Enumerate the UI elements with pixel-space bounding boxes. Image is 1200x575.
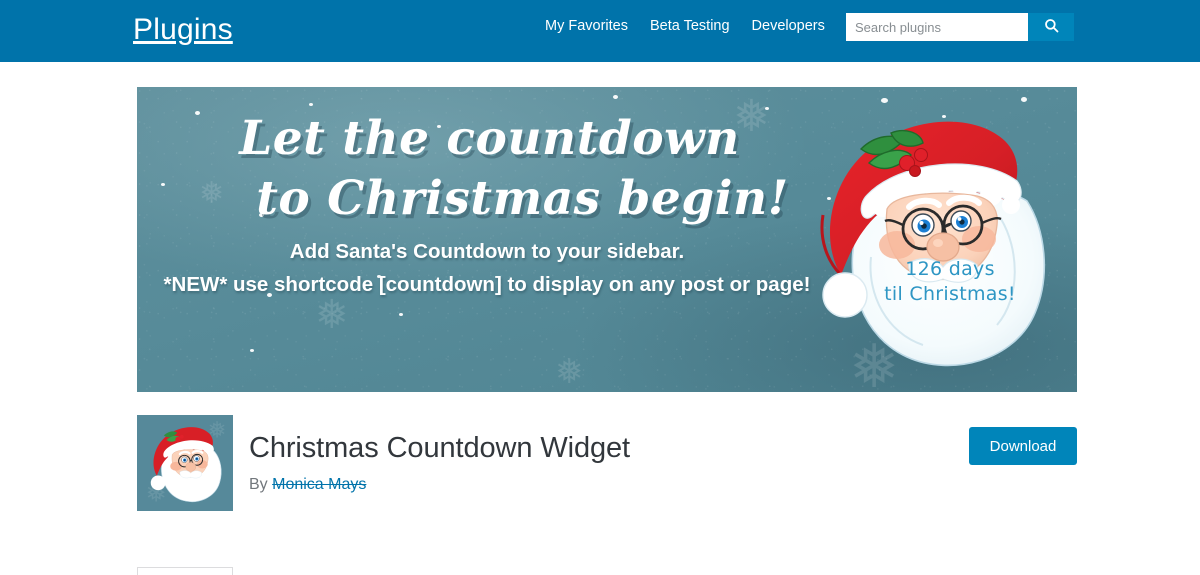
snow-dot [399,313,403,316]
plugin-tabs: Details Reviews Installation Support Dev… [137,567,1077,575]
banner-headline: Let the countdown to Christmas begin! [137,109,842,229]
search-submit-button[interactable] [1028,13,1074,41]
site-logo[interactable]: Plugins [133,10,233,50]
countdown-label: til Christmas! [884,283,1016,305]
plugin-title: Christmas Countdown Widget [249,432,630,464]
snow-dot [309,103,313,106]
search-input[interactable] [846,13,1028,41]
snowflake-watermark: ❅ [555,353,584,391]
snow-dot [250,349,254,352]
search-icon [1044,18,1059,36]
countdown-text: 126 days til Christmas! [875,257,1025,307]
tab-support[interactable]: Support [461,567,564,575]
site-header: Plugins My Favorites Beta Testing Develo… [0,0,1200,62]
plugin-icon: ❅ ❅ [137,415,233,511]
plugin-author-link[interactable]: Monica Mays [272,476,366,493]
tab-installation[interactable]: Installation [340,567,462,575]
download-button[interactable]: Download [969,427,1077,465]
header-nav: My Favorites Beta Testing Developers [545,16,825,36]
countdown-days: 126 days [905,258,995,280]
nav-my-favorites[interactable]: My Favorites [545,16,628,36]
nav-developers[interactable]: Developers [752,16,825,36]
search-form [846,13,1074,41]
plugin-banner: ❅ ❅ ❅ ❅ ❅ Let the countdown to Christmas… [137,87,1077,392]
banner-headline-line1: Let the countdown [239,111,740,166]
santa-illustration: 126 days til Christmas! [783,89,1077,389]
plugin-author-line: By Monica Mays [249,473,366,497]
banner-subtitle-line2: *NEW* use shortcode [countdown] to displ… [163,273,811,296]
tab-reviews[interactable]: Reviews [233,567,340,575]
snow-dot [613,95,618,99]
banner-headline-line2: to Christmas begin! [256,171,789,227]
plugin-by-label: By [249,476,268,493]
banner-subtitle-line1: Add Santa's Countdown to your sidebar. [289,240,685,263]
plugin-header: ❅ ❅ Christmas Countdown Widget By Monica… [137,415,1077,515]
nav-beta-testing[interactable]: Beta Testing [650,16,730,36]
tab-development[interactable]: Development [564,567,702,575]
snowflake-watermark: ❅ [315,293,349,337]
banner-subtitle: Add Santa's Countdown to your sidebar. *… [137,235,837,301]
tab-details[interactable]: Details [137,567,233,575]
